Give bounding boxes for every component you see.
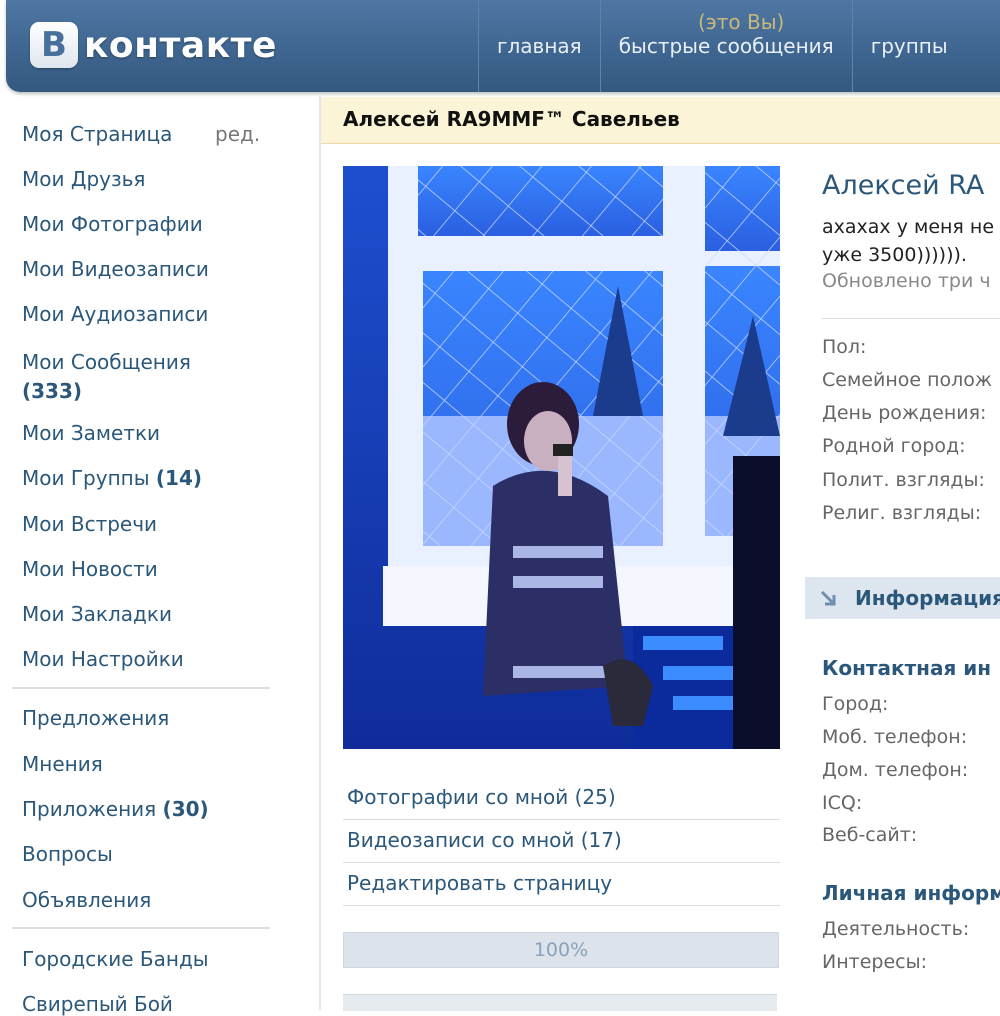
sidebar-item-suggestions[interactable]: Предложения [22,706,169,730]
page-title: Алексей RA9MMF™ Савельев [343,107,680,131]
field-political-label: Полит. взгляды: [822,469,985,491]
info-section-header[interactable]: Информация [805,577,1000,619]
edit-page-link[interactable]: Редактировать страницу [343,863,780,906]
info-divider [822,318,1000,319]
apps-count: (30) [162,797,209,821]
sidebar-item-opinions[interactable]: Мнения [22,752,103,776]
sidebar-item-fierce-fight[interactable]: Свирепый Бой [22,992,173,1016]
sidebar-item-friends[interactable]: Мои Друзья [22,167,145,191]
sidebar-item-photos[interactable]: Мои Фотографии [22,212,203,236]
sidebar-item-groups[interactable]: Мои Группы (14) [22,466,202,490]
personal-info-heading: Личная информ [822,881,1000,905]
messages-count: (333) [22,379,83,403]
sidebar-item-audio[interactable]: Мои Аудиозаписи [22,302,208,326]
sidebar-divider [12,927,270,929]
sidebar-item-videos[interactable]: Мои Видеозаписи [22,257,209,281]
nav-groups[interactable]: группы [851,0,966,92]
site-logo[interactable]: В контакте [30,20,277,70]
field-activity-label: Деятельность: [822,918,970,940]
sidebar-item-questions[interactable]: Вопросы [22,842,113,866]
logo-text: контакте [84,24,277,66]
sidebar-item-bookmarks[interactable]: Мои Закладки [22,602,172,626]
sidebar-item-messages[interactable]: Мои Сообщения (333) [22,348,191,406]
sidebar-divider [12,687,270,689]
sidebar-item-ads[interactable]: Объявления [22,888,151,912]
profile-completion-bar: 100% [343,932,779,968]
field-website-label: Веб-сайт: [822,824,918,846]
field-city-label: Город: [822,693,889,715]
status-text[interactable]: ахахах у меня не уже 3500)))))). [822,213,1000,269]
profile-name: Алексей RA [822,170,985,201]
left-sidebar: Моя Страница ред. Мои Друзья Мои Фотогра… [0,96,320,1016]
groups-count: (14) [155,466,203,490]
field-interests-label: Интересы: [822,951,927,973]
profile-photo-image [343,166,780,749]
sidebar-item-settings[interactable]: Мои Настройки [22,647,184,671]
field-birthday-label: День рождения: [822,402,987,424]
sidebar-item-my-page[interactable]: Моя Страница [22,122,172,146]
profile-photo[interactable] [343,166,780,749]
nav-home[interactable]: главная [478,0,600,92]
sidebar-item-city-gangs[interactable]: Городские Банды [22,947,209,971]
edit-link[interactable]: ред. [215,122,260,146]
photos-with-me-link[interactable]: Фотографии со мной (25) [343,777,780,820]
status-updated: Обновлено три ч [822,270,991,292]
arrow-down-right-icon [820,590,836,606]
progress-label: 100% [533,939,589,961]
field-mobile-label: Моб. телефон: [822,726,968,748]
field-icq-label: ICQ: [822,792,863,814]
contact-info-heading: Контактная ин [822,656,992,680]
videos-with-me-link[interactable]: Видеозаписи со мной (17) [343,820,780,863]
field-hometown-label: Родной город: [822,435,966,457]
sidebar-item-apps[interactable]: Приложения (30) [22,797,209,821]
field-religious-label: Религ. взгляды: [822,502,982,524]
bottom-panel [343,994,777,1011]
sidebar-item-news[interactable]: Мои Новости [22,557,158,581]
field-sex-label: Пол: [822,336,867,358]
sidebar-item-notes[interactable]: Мои Заметки [22,421,160,445]
info-section-title: Информация [855,586,1000,610]
site-header: В контакте главная быстрые сообщения гру… [0,0,1000,96]
logo-badge: В [30,22,78,68]
profile-title-bar: Алексей RA9MMF™ Савельев [321,97,1000,144]
sidebar-item-events[interactable]: Мои Встречи [22,512,157,536]
field-home-phone-label: Дом. телефон: [822,759,969,781]
this-is-you-label: (это Вы) [698,10,785,34]
field-marital-label: Семейное полож [822,369,993,391]
header-bar: В контакте главная быстрые сообщения гру… [6,0,1000,92]
